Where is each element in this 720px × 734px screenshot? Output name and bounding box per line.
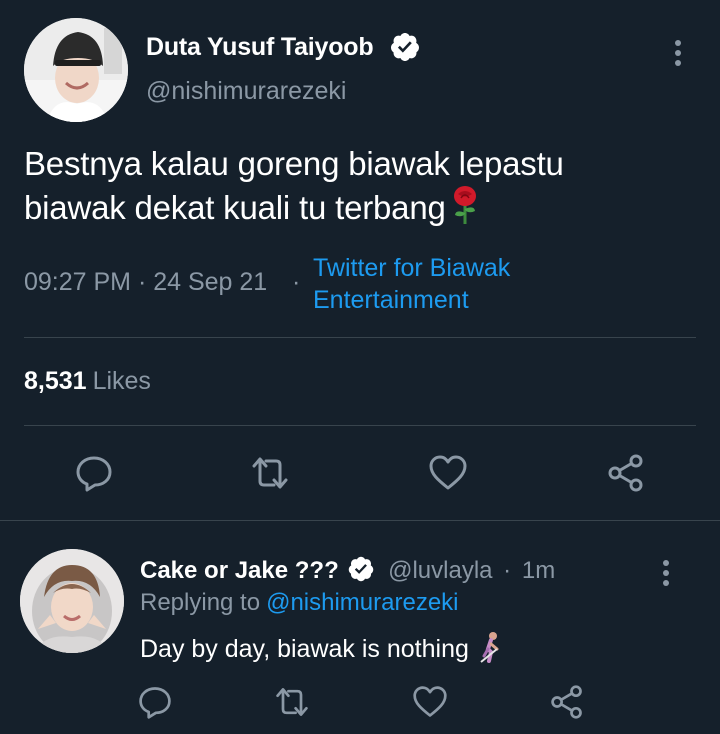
replying-to: Replying to @nishimurarezeki	[140, 589, 459, 617]
reply-timestamp[interactable]: 1m	[522, 557, 555, 584]
retweet-icon[interactable]	[250, 453, 290, 493]
reply-author-avatar[interactable]	[20, 549, 124, 653]
author-avatar[interactable]	[24, 18, 128, 122]
reply-header: Cake or Jake ??? @luvlayla · 1m	[140, 555, 555, 585]
author-handle[interactable]: @nishimurarezeki	[146, 77, 346, 106]
share-icon[interactable]	[549, 684, 585, 720]
more-vertical-icon[interactable]	[656, 558, 676, 588]
tweet-source-line[interactable]: Twitter for Biawak	[313, 254, 510, 282]
rose-emoji-icon	[453, 186, 476, 224]
meta-separator: ·	[292, 268, 301, 296]
likes-summary[interactable]: 8,531 Likes	[24, 367, 151, 396]
author-name[interactable]: Duta Yusuf Taiyoob	[146, 33, 374, 62]
tweet-text: Bestnya kalau goreng biawak lepastu biaw…	[24, 142, 684, 229]
tweet-source-link[interactable]: Twitter for Biawak Entertainment	[313, 252, 510, 316]
divider	[24, 425, 696, 426]
reply-author-handle[interactable]: @luvlayla	[388, 557, 492, 584]
divider	[24, 337, 696, 338]
reply-text-content: Day by day, biawak is nothing	[140, 635, 469, 663]
reply-text: Day by day, biawak is nothing	[140, 631, 505, 664]
tweet-text-line-content: biawak dekat kuali tu terbang	[24, 189, 446, 226]
likes-count: 8,531	[24, 367, 87, 395]
main-tweet: Duta Yusuf Taiyoob @nishimurarezeki Best…	[0, 0, 720, 520]
heart-icon[interactable]	[428, 453, 468, 493]
reply-tweet: Cake or Jake ??? @luvlayla · 1m Replying…	[0, 521, 720, 734]
tweet-source-line[interactable]: Entertainment	[313, 286, 469, 314]
person-with-cane-emoji-icon	[480, 632, 499, 663]
tweet-timestamp[interactable]: 09:27 PM · 24 Sep 21	[24, 268, 267, 297]
likes-label: Likes	[92, 367, 151, 395]
replying-label: Replying to	[140, 589, 261, 616]
tweet-text-line: Bestnya kalau goreng biawak lepastu	[24, 145, 564, 182]
more-vertical-icon[interactable]	[668, 38, 688, 68]
reply-separator: ·	[503, 557, 512, 584]
replying-handle-link[interactable]: @nishimurarezeki	[266, 589, 458, 616]
retweet-icon[interactable]	[274, 684, 310, 720]
heart-icon[interactable]	[412, 684, 448, 720]
reply-icon[interactable]	[137, 684, 173, 720]
tweet-text-line: biawak dekat kuali tu terbang	[24, 185, 684, 229]
reply-author-name[interactable]: Cake or Jake ???	[140, 557, 339, 584]
share-icon[interactable]	[606, 453, 646, 493]
verified-badge-icon	[390, 33, 419, 61]
verified-badge-icon	[349, 556, 374, 582]
reply-icon[interactable]	[74, 453, 114, 493]
